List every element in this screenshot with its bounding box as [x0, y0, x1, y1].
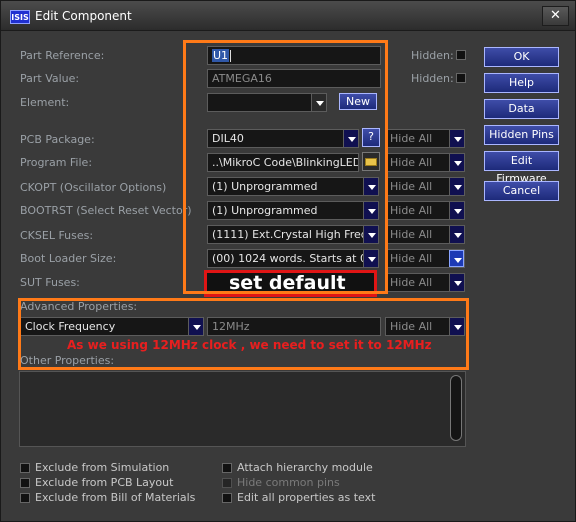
chevron-down-icon — [449, 154, 464, 171]
close-button[interactable]: ✕ — [542, 6, 569, 26]
bootrst-visibility-select[interactable]: Hide All — [385, 201, 465, 220]
chevron-down-icon — [449, 250, 464, 267]
hidden-label: Hidden: — [411, 72, 454, 85]
attach-hierarchy-checkbox[interactable] — [222, 463, 232, 473]
other-properties-textarea[interactable] — [19, 371, 466, 447]
chevron-down-icon — [449, 274, 464, 291]
part-value-label: Part Value: — [20, 72, 80, 85]
ok-button[interactable]: OK — [484, 47, 559, 67]
annotation-highlight-box — [183, 40, 388, 294]
hidden-label: Hidden: — [411, 49, 454, 62]
hidden-pins-button[interactable]: Hidden Pins — [484, 125, 559, 145]
sut-label: SUT Fuses: — [20, 276, 80, 289]
exclude-simulation-checkbox[interactable] — [20, 463, 30, 473]
part-reference-label: Part Reference: — [20, 49, 105, 62]
vertical-scrollbar[interactable] — [450, 375, 462, 441]
ckopt-visibility-select[interactable]: Hide All — [385, 177, 465, 196]
title-bar[interactable]: ISIS Edit Component ✕ — [1, 1, 575, 31]
hide-common-pins-checkbox[interactable] — [222, 478, 232, 488]
chevron-down-icon — [449, 130, 464, 147]
other-properties-label: Other Properties: — [20, 354, 115, 367]
part-value-hidden-checkbox[interactable] — [456, 73, 466, 83]
exclude-bom-label: Exclude from Bill of Materials — [35, 491, 196, 504]
boot-loader-label: Boot Loader Size: — [20, 252, 117, 265]
pcb-package-label: PCB Package: — [20, 133, 95, 146]
hide-all-value: Hide All — [390, 156, 433, 169]
hide-common-pins-label: Hide common pins — [237, 476, 340, 489]
hide-all-value: Hide All — [390, 180, 433, 193]
help-button[interactable]: Help — [484, 73, 559, 93]
exclude-bom-checkbox[interactable] — [20, 493, 30, 503]
clock-annotation-note: As we using 12MHz clock , we need to set… — [67, 338, 432, 352]
window-title: Edit Component — [35, 9, 132, 23]
ckopt-label: CKOPT (Oscillator Options) — [20, 181, 167, 194]
exclude-simulation-label: Exclude from Simulation — [35, 461, 170, 474]
hide-all-value: Hide All — [390, 132, 433, 145]
boot-loader-visibility-select[interactable]: Hide All — [385, 249, 465, 268]
hide-all-value: Hide All — [390, 276, 433, 289]
bootrst-label: BOOTRST (Select Reset Vector) — [20, 204, 192, 217]
pcb-package-visibility-select[interactable]: Hide All — [385, 129, 465, 148]
chevron-down-icon — [449, 226, 464, 243]
isis-app-icon: ISIS — [10, 10, 30, 24]
sut-visibility-select[interactable]: Hide All — [385, 273, 465, 292]
edit-component-dialog: ISIS Edit Component ✕ Part Reference: Pa… — [0, 0, 576, 522]
element-label: Element: — [20, 96, 70, 109]
program-file-label: Program File: — [20, 156, 93, 169]
cksel-visibility-select[interactable]: Hide All — [385, 225, 465, 244]
edit-all-properties-label: Edit all properties as text — [237, 491, 376, 504]
edit-all-properties-checkbox[interactable] — [222, 493, 232, 503]
data-button[interactable]: Data — [484, 99, 559, 119]
hide-all-value: Hide All — [390, 252, 433, 265]
cksel-label: CKSEL Fuses: — [20, 229, 94, 242]
chevron-down-icon — [449, 202, 464, 219]
hide-all-value: Hide All — [390, 228, 433, 241]
chevron-down-icon — [449, 178, 464, 195]
hide-all-value: Hide All — [390, 204, 433, 217]
program-file-visibility-select[interactable]: Hide All — [385, 153, 465, 172]
part-reference-hidden-checkbox[interactable] — [456, 50, 466, 60]
attach-hierarchy-label: Attach hierarchy module — [237, 461, 373, 474]
exclude-pcb-label: Exclude from PCB Layout — [35, 476, 174, 489]
exclude-pcb-checkbox[interactable] — [20, 478, 30, 488]
edit-firmware-button[interactable]: Edit Firmware — [484, 151, 559, 185]
cancel-button[interactable]: Cancel — [484, 181, 559, 201]
